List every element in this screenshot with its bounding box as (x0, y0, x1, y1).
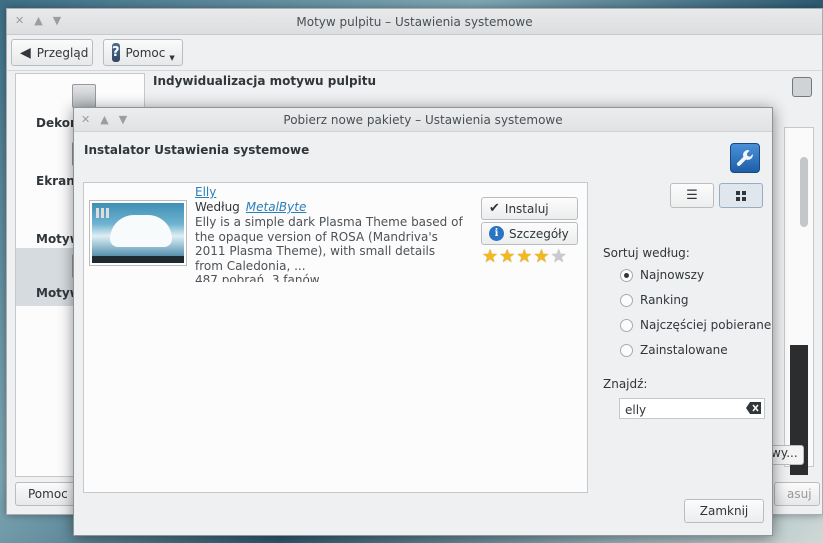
star-filled-icon: ★ (482, 246, 499, 267)
details-button[interactable]: i Szczegóły (481, 222, 578, 245)
sort-option-label: Najczęściej pobierane (640, 318, 772, 332)
search-input[interactable] (619, 398, 765, 419)
info-icon: i (489, 226, 504, 241)
sort-option-rating[interactable]: Ranking (620, 293, 689, 307)
sort-label: Sortuj według: (603, 246, 690, 260)
help-button-label: Pomoc (125, 45, 166, 60)
sort-option-newest[interactable]: Najnowszy (620, 268, 704, 282)
wrench-icon (736, 150, 753, 166)
install-button[interactable]: ✔ Instaluj (481, 197, 578, 220)
radio-button[interactable] (620, 343, 633, 357)
package-thumbnail[interactable] (89, 200, 187, 266)
package-stats: 487 pobrań, 3 fanów (195, 273, 320, 282)
star-filled-icon: ★ (516, 246, 533, 267)
settings-icon[interactable] (792, 77, 812, 97)
radio-button[interactable] (620, 318, 633, 332)
install-button-label: Instaluj (504, 201, 549, 216)
author-link[interactable]: MetalByte (246, 200, 307, 214)
package-description: Elly is a simple dark Plasma Theme based… (195, 215, 463, 273)
window-decoration-icon (72, 84, 96, 108)
star-filled-icon: ★ (533, 246, 550, 267)
package-author-line: Według MetalByte (195, 200, 306, 214)
bottom-help-button[interactable]: Pomoc (15, 482, 81, 506)
main-heading: Indywidualizacja motywu pulpitu (153, 74, 377, 88)
radio-button[interactable] (620, 268, 633, 282)
sort-option-installed[interactable]: Zainstalowane (620, 343, 728, 357)
star-empty-icon: ★ (550, 246, 567, 267)
sort-option-most-downloads[interactable]: Najczęściej pobierane (620, 318, 771, 332)
clear-text-icon[interactable] (746, 402, 761, 414)
star-filled-icon: ★ (499, 246, 516, 267)
dialog-title: Pobierz nowe pakiety – Ustawienia system… (283, 113, 563, 127)
sort-option-label: Najnowszy (640, 268, 705, 282)
checkmark-icon: ✔ (489, 201, 500, 216)
main-window-title: Motyw pulpitu – Ustawienia systemowe (296, 15, 533, 29)
dialog-heading: Instalator Ustawienia systemowe (84, 143, 310, 157)
grid-view-icon (736, 190, 746, 201)
details-button-label: Szczegóły (509, 226, 569, 241)
find-label: Znajdź: (603, 377, 648, 391)
download-dialog: ✕ ▲ ▼ Pobierz nowe pakiety – Ustawienia … (73, 107, 773, 536)
list-item[interactable]: Elly Według MetalByte Elly is a simple da… (84, 183, 587, 283)
dialog-titlebar: ✕ ▲ ▼ Pobierz nowe pakiety – Ustawienia … (74, 108, 772, 132)
grid-view-button[interactable] (719, 183, 763, 208)
radio-button[interactable] (620, 293, 633, 307)
close-button[interactable]: Zamknij (684, 499, 764, 523)
sort-option-label: Ranking (640, 293, 689, 307)
chevron-down-icon: ▼ (169, 53, 175, 62)
main-toolbar: ◀ Przegląd ? Pomoc ▼ (7, 35, 822, 71)
help-button[interactable]: ? Pomoc ▼ (103, 39, 183, 66)
main-titlebar: ✕ ▲ ▼ Motyw pulpitu – Ustawienia systemo… (7, 9, 822, 35)
configure-icon[interactable] (730, 143, 760, 173)
reset-button[interactable]: asuj (774, 482, 820, 506)
by-label: Według (195, 200, 240, 214)
back-button[interactable]: ◀ Przegląd (11, 39, 93, 66)
scrollbar[interactable] (800, 157, 808, 227)
list-view-icon: ☰ (686, 188, 698, 203)
list-view-button[interactable]: ☰ (670, 183, 714, 208)
package-name-link[interactable]: Elly (195, 185, 216, 199)
arrow-left-icon: ◀ (20, 44, 31, 61)
sort-option-label: Zainstalowane (640, 343, 728, 357)
package-list: Elly Według MetalByte Elly is a simple da… (83, 182, 588, 493)
back-button-label: Przegląd (36, 45, 89, 60)
help-icon: ? (112, 43, 120, 62)
rating-stars: ★ ★ ★ ★ ★ (482, 247, 567, 267)
